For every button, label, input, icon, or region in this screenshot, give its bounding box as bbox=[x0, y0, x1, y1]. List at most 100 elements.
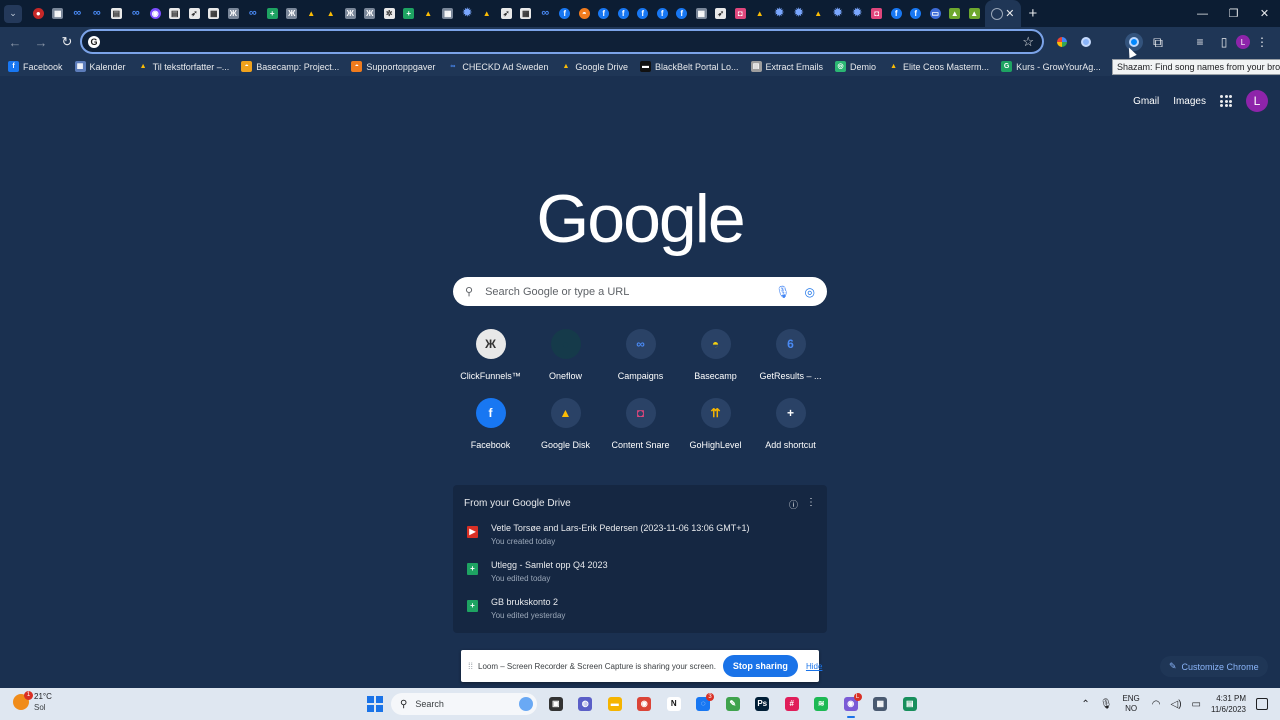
pinned-tab[interactable]: ▤ bbox=[108, 4, 125, 24]
taskbar-app[interactable]: ◉ L bbox=[836, 693, 866, 718]
bookmark-item[interactable]: ▲ Elite Ceos Masterm... bbox=[888, 61, 989, 72]
shortcut-tile[interactable]: Ж ClickFunnels™ bbox=[453, 329, 528, 381]
pinned-tab[interactable]: f bbox=[674, 4, 691, 24]
pinned-tab[interactable]: f bbox=[654, 4, 671, 24]
bookmark-item[interactable]: ▲ Til tekstforfatter –... bbox=[138, 61, 230, 72]
pinned-tab[interactable]: ✹ bbox=[459, 4, 476, 24]
menu-icon[interactable]: ⋮ bbox=[1250, 30, 1274, 54]
pinned-tab[interactable]: f bbox=[557, 4, 574, 24]
voice-search-icon[interactable]: 🎙 bbox=[775, 285, 790, 299]
new-tab-button[interactable]: + bbox=[1029, 5, 1038, 22]
taskbar-app[interactable]: ◌ 3 bbox=[689, 693, 719, 715]
pinned-tab[interactable]: ▦ bbox=[50, 4, 67, 24]
pinned-tab[interactable]: ▦ bbox=[206, 4, 223, 24]
taskbar-app[interactable]: ≋ bbox=[807, 693, 837, 715]
pinned-tab[interactable]: ▲ bbox=[810, 4, 827, 24]
weather-widget[interactable]: 1 21°C Sol bbox=[13, 691, 52, 713]
windows-start-icon[interactable] bbox=[367, 696, 383, 712]
back-button[interactable]: ← bbox=[3, 30, 27, 54]
taskbar-app[interactable]: ▣ bbox=[541, 693, 571, 715]
pinned-tab[interactable]: ∞ bbox=[245, 4, 262, 24]
pinned-tab[interactable]: f bbox=[908, 4, 925, 24]
bookmark-item[interactable]: ◓ Basecamp: Project... bbox=[241, 61, 339, 72]
close-tab-button[interactable]: ✕ bbox=[1005, 7, 1014, 20]
address-bar[interactable]: G ☆ bbox=[80, 29, 1044, 54]
pinned-tab[interactable]: ∞ bbox=[69, 4, 86, 24]
shortcut-tile[interactable]: ∞ Campaigns bbox=[603, 329, 678, 381]
taskbar-app[interactable]: ▤ bbox=[895, 693, 925, 715]
address-input[interactable] bbox=[100, 31, 1023, 52]
taskbar-app[interactable]: ◉ bbox=[630, 693, 660, 715]
taskbar-app[interactable]: ▦ bbox=[866, 693, 896, 715]
clock[interactable]: 4:31 PM 11/6/2023 bbox=[1211, 693, 1246, 715]
pinned-tab[interactable]: ◘ bbox=[732, 4, 749, 24]
pinned-tab[interactable]: Ж bbox=[362, 4, 379, 24]
bookmark-item[interactable]: ∞ CHECKD Ad Sweden bbox=[447, 61, 548, 72]
minimize-button[interactable]: — bbox=[1187, 0, 1218, 27]
reload-button[interactable]: ↻ bbox=[55, 30, 79, 54]
pinned-tab[interactable]: ▲ bbox=[966, 4, 983, 24]
profile-avatar[interactable]: L bbox=[1236, 35, 1250, 49]
pinned-tab[interactable]: ✹ bbox=[771, 4, 788, 24]
puzzle-icon[interactable]: ⧉ bbox=[1146, 30, 1170, 54]
google-apps-icon[interactable] bbox=[1220, 95, 1232, 107]
taskbar-app[interactable]: Ps bbox=[748, 693, 778, 715]
drive-file-item[interactable]: ▶ Vetle Torsøe and Lars-Erik Pedersen (20… bbox=[467, 523, 750, 546]
forward-button[interactable]: → bbox=[29, 30, 53, 54]
info-icon[interactable]: ⓘ bbox=[789, 498, 798, 511]
bookmark-star-icon[interactable]: ☆ bbox=[1022, 34, 1034, 50]
pinned-tab[interactable]: ➶ bbox=[713, 4, 730, 24]
add-shortcut-button[interactable]: + Add shortcut bbox=[753, 398, 828, 450]
pinned-tab[interactable]: ▲ bbox=[323, 4, 340, 24]
pinned-tab[interactable]: ▲ bbox=[420, 4, 437, 24]
pinned-tab[interactable]: ▦ bbox=[693, 4, 710, 24]
pinned-tab[interactable]: ● bbox=[30, 4, 47, 24]
drag-handle-icon[interactable]: ⁞⁞ bbox=[468, 661, 473, 671]
bookmark-item[interactable]: ◎ Demio bbox=[835, 61, 876, 72]
taskbar-app[interactable]: ✎ bbox=[718, 693, 748, 715]
blue-ext-icon[interactable] bbox=[1074, 30, 1098, 54]
reading-list-icon[interactable]: ≡ bbox=[1188, 30, 1212, 54]
pinned-tab[interactable]: ∞ bbox=[537, 4, 554, 24]
search-input[interactable] bbox=[473, 285, 776, 298]
customize-chrome-button[interactable]: ✎ Customize Chrome bbox=[1160, 656, 1268, 677]
bookmark-item[interactable]: f Facebook bbox=[8, 61, 63, 72]
bookmark-item[interactable]: ▤ Extract Emails bbox=[750, 61, 823, 72]
pinned-tab[interactable]: ∞ bbox=[128, 4, 145, 24]
images-link[interactable]: Images bbox=[1173, 96, 1206, 107]
bookmark-item[interactable]: G Kurs - GrowYourAg... bbox=[1001, 61, 1101, 72]
pinned-tab[interactable]: f bbox=[888, 4, 905, 24]
gmail-link[interactable]: Gmail bbox=[1133, 96, 1159, 107]
search-tabs-button[interactable]: ⌄ bbox=[4, 4, 22, 23]
pinned-tab[interactable]: Ж bbox=[225, 4, 242, 24]
pinned-tab[interactable]: f bbox=[596, 4, 613, 24]
pinned-tab[interactable]: ▲ bbox=[752, 4, 769, 24]
bookmark-item[interactable]: ▦ Kalender bbox=[74, 61, 126, 72]
pinned-tab[interactable]: ▭ bbox=[927, 4, 944, 24]
taskbar-app[interactable]: ▬ bbox=[600, 693, 630, 715]
shortcut-tile[interactable]: ⇈ GoHighLevel bbox=[678, 398, 753, 450]
google-ext-icon[interactable] bbox=[1050, 30, 1074, 54]
drive-file-item[interactable]: + Utlegg - Samlet opp Q4 2023 You edited t… bbox=[467, 560, 608, 583]
shortcut-tile[interactable]: ● Oneflow bbox=[528, 329, 603, 381]
pinned-tab[interactable]: Ж bbox=[342, 4, 359, 24]
taskbar-app[interactable]: ◍ bbox=[571, 693, 601, 715]
pinned-tab[interactable]: ◘ bbox=[869, 4, 886, 24]
pinned-tab[interactable]: + bbox=[264, 4, 281, 24]
battery-icon[interactable]: ▭ bbox=[1192, 699, 1201, 710]
show-hidden-icons-icon[interactable]: ⌃ bbox=[1081, 699, 1089, 710]
shortcut-tile[interactable]: ▲ Google Disk bbox=[528, 398, 603, 450]
pinned-tab[interactable]: ▲ bbox=[947, 4, 964, 24]
pinned-tab[interactable]: ➶ bbox=[498, 4, 515, 24]
pinned-tab[interactable]: ▤ bbox=[167, 4, 184, 24]
pinned-tab[interactable]: ◉ bbox=[147, 4, 164, 24]
language-indicator[interactable]: ENG NO bbox=[1122, 694, 1139, 714]
pinned-tab[interactable]: f bbox=[615, 4, 632, 24]
account-avatar[interactable]: L bbox=[1246, 90, 1268, 112]
pinned-tab[interactable]: ▲ bbox=[479, 4, 496, 24]
side-panel-icon[interactable]: ▯ bbox=[1212, 30, 1236, 54]
shortcut-tile[interactable]: f Facebook bbox=[453, 398, 528, 450]
bookmark-item[interactable]: ▲ Google Drive bbox=[560, 61, 628, 72]
volume-icon[interactable]: ◁) bbox=[1171, 699, 1182, 710]
taskbar-app[interactable]: N bbox=[659, 693, 689, 715]
